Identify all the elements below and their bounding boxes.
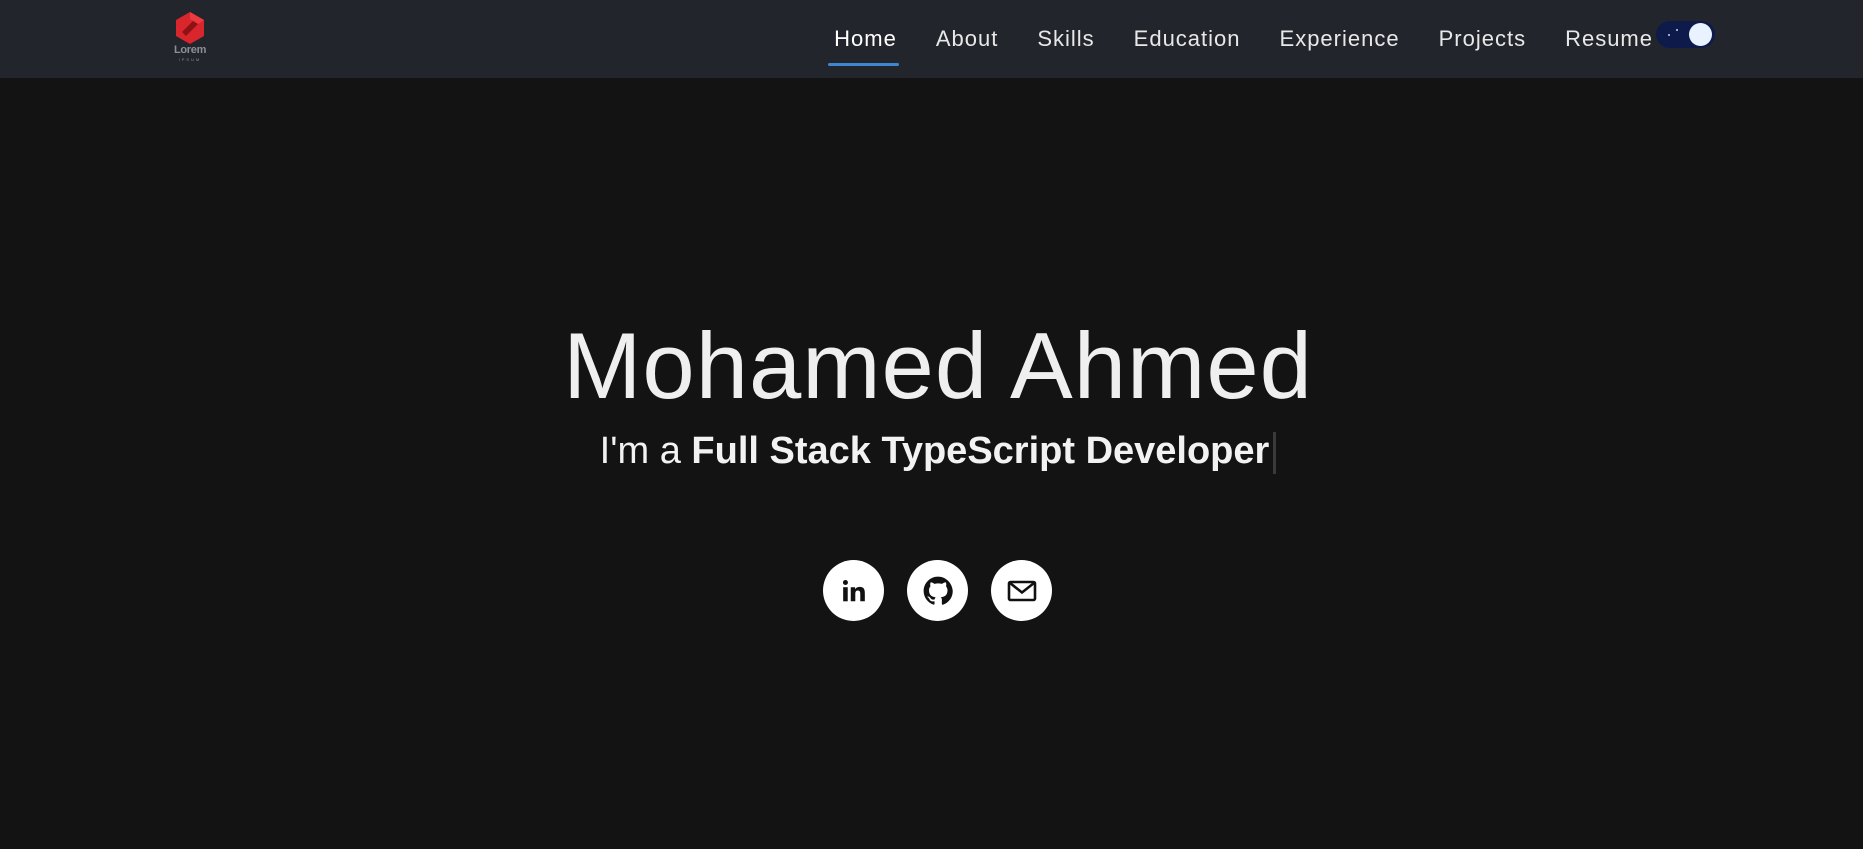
nav-links: Home About Skills Education Experience P… <box>828 0 1653 78</box>
nav-link-about[interactable]: About <box>936 24 999 54</box>
tagline-role: Full Stack TypeScript Developer <box>691 430 1270 472</box>
nav-link-home[interactable]: Home <box>828 24 899 66</box>
github-button[interactable] <box>907 560 968 621</box>
logo[interactable]: Lorem IPSUM <box>168 10 212 64</box>
linkedin-button[interactable] <box>823 560 884 621</box>
logo-subtext: IPSUM <box>178 57 202 62</box>
mail-icon <box>1007 580 1036 601</box>
nav-link-education[interactable]: Education <box>1134 24 1241 54</box>
moon-toggle-icon <box>1689 23 1712 46</box>
logo-text: Lorem <box>173 44 207 56</box>
github-icon <box>923 576 953 605</box>
nav-link-skills[interactable]: Skills <box>1037 24 1094 54</box>
hexagon-logo-icon <box>176 12 204 44</box>
theme-toggle[interactable] <box>1656 21 1715 48</box>
email-button[interactable] <box>991 560 1052 621</box>
nav-link-projects[interactable]: Projects <box>1439 24 1526 54</box>
hero-name: Mohamed Ahmed <box>563 313 1313 418</box>
typing-cursor <box>1273 431 1277 474</box>
nav-link-experience[interactable]: Experience <box>1280 24 1400 54</box>
tagline-prefix: I'm a <box>599 430 692 472</box>
star-icon <box>1676 29 1678 31</box>
nav-link-resume[interactable]: Resume <box>1565 24 1653 54</box>
navbar: Lorem IPSUM Home About Skills Education … <box>0 0 1863 78</box>
hero-tagline: I'm a Full Stack TypeScript Developer <box>0 430 1863 474</box>
social-links <box>823 560 1052 621</box>
linkedin-icon <box>842 579 865 601</box>
star-icon <box>1668 34 1670 36</box>
